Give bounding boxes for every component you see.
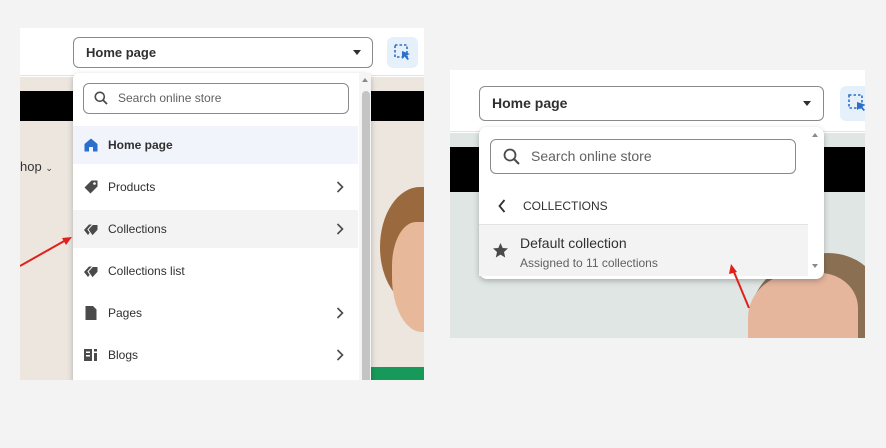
page-selector-value: Home page — [86, 45, 157, 60]
result-default-collection[interactable]: Default collection Assigned to 11 collec… — [479, 224, 808, 276]
chevron-right-icon — [336, 349, 344, 361]
menu-item-collections[interactable]: Collections — [73, 210, 358, 248]
right-screenshot-panel: Home page Search online store COLLECTION… — [450, 70, 865, 338]
editor-top-bar: Home page — [20, 28, 424, 76]
collection-tags-icon — [84, 224, 99, 237]
chevron-left-icon — [498, 199, 506, 213]
menu-item-blogs[interactable]: Blogs — [73, 336, 358, 374]
page-dropdown: Search online store Home page Products C… — [73, 73, 371, 380]
model-face — [748, 273, 858, 338]
page-dropdown: Search online store COLLECTIONS Default … — [479, 127, 824, 279]
menu-item-pages[interactable]: Pages — [73, 294, 358, 332]
editor-top-bar: Home page — [450, 70, 865, 132]
scrollbar-thumb[interactable] — [362, 91, 370, 380]
page-icon — [85, 306, 97, 320]
result-subtitle: Assigned to 11 collections — [520, 256, 658, 270]
search-placeholder: Search online store — [531, 148, 652, 164]
blog-icon — [84, 349, 97, 361]
search-icon — [94, 91, 108, 105]
scroll-up-icon[interactable] — [362, 78, 368, 82]
back-to-collections[interactable]: COLLECTIONS — [497, 194, 697, 218]
chevron-right-icon — [336, 223, 344, 235]
menu-item-home-page[interactable]: Home page — [73, 126, 358, 164]
model-face — [392, 222, 424, 332]
search-icon — [503, 148, 520, 165]
menu-item-collections-list[interactable]: Collections list — [73, 252, 358, 290]
search-placeholder: Search online store — [118, 91, 222, 105]
home-icon — [84, 138, 98, 152]
scroll-down-icon[interactable] — [812, 264, 818, 268]
search-input[interactable]: Search online store — [490, 139, 796, 174]
caret-down-icon — [803, 101, 811, 106]
inspector-button[interactable] — [387, 37, 418, 68]
scroll-up-icon[interactable] — [812, 133, 818, 137]
tag-icon — [84, 180, 98, 194]
result-title: Default collection — [520, 235, 627, 251]
shop-menu-fragment: hop ⌄ — [20, 159, 53, 174]
caret-down-icon — [353, 50, 361, 55]
page-selector-value: Home page — [492, 95, 568, 111]
page-selector[interactable]: Home page — [73, 37, 373, 68]
inspector-button[interactable] — [840, 86, 865, 121]
search-input[interactable]: Search online store — [83, 83, 349, 114]
select-cursor-icon — [394, 44, 410, 60]
star-icon — [493, 243, 508, 258]
page-selector[interactable]: Home page — [479, 86, 824, 121]
chevron-right-icon — [336, 181, 344, 193]
menu-item-products[interactable]: Products — [73, 168, 358, 206]
select-cursor-icon — [848, 94, 865, 111]
chevron-right-icon — [336, 307, 344, 319]
model-shirt — [370, 367, 424, 380]
collection-tags-icon — [84, 266, 99, 279]
left-screenshot-panel: Home page hop ⌄ Search online store Home… — [20, 28, 424, 380]
